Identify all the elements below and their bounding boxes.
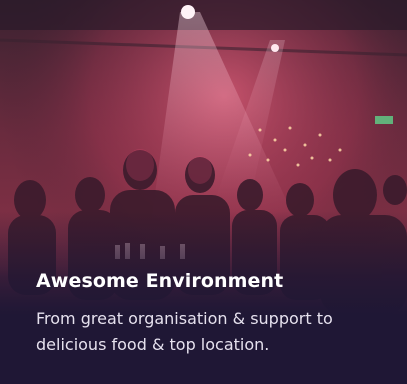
card-caption: Awesome Environment From great organisat… (36, 268, 383, 358)
feature-card: Awesome Environment From great organisat… (0, 0, 407, 384)
card-title: Awesome Environment (36, 270, 284, 292)
card-description: From great organisation & support to del… (36, 309, 333, 354)
